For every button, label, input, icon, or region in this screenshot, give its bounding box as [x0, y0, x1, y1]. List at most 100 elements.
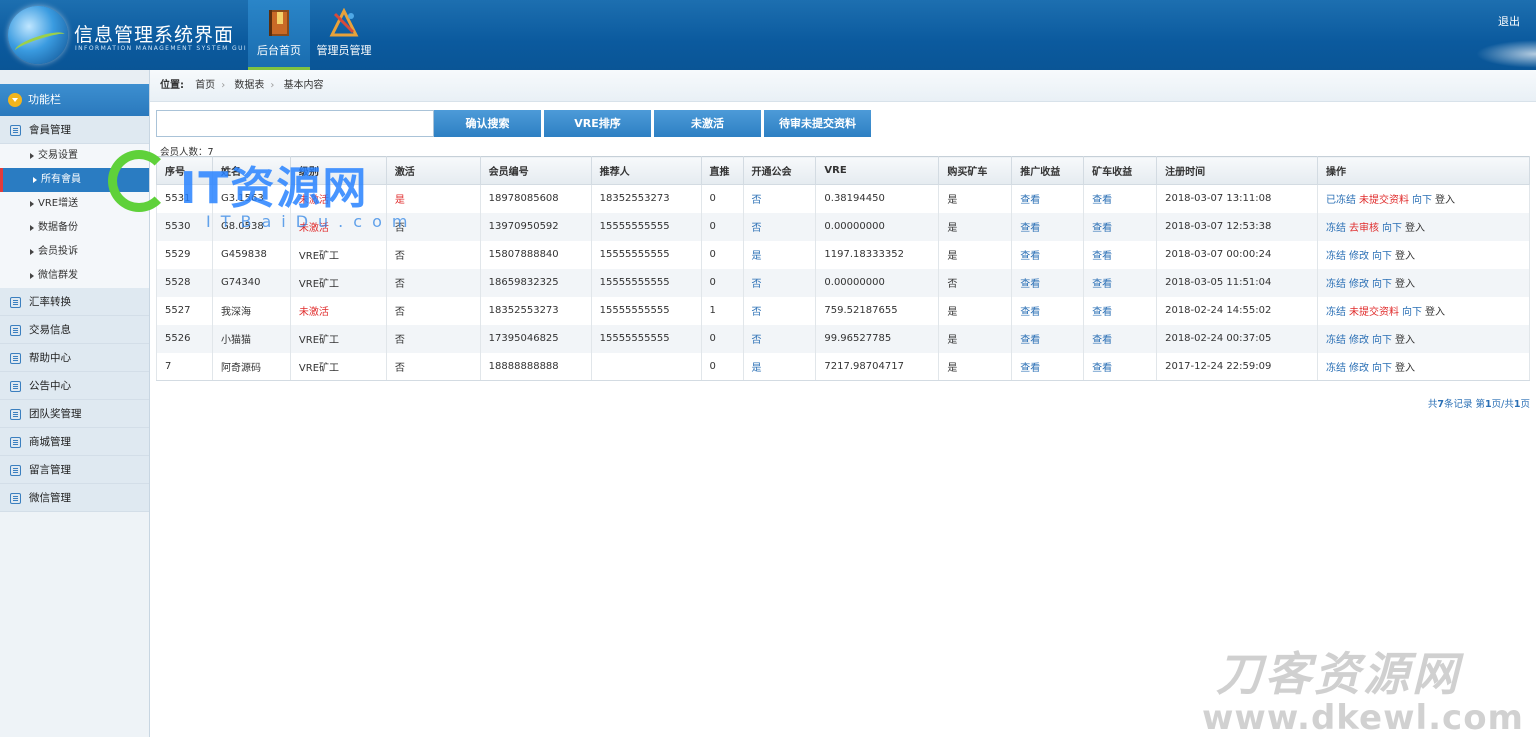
row-action-link[interactable]: 登入	[1395, 363, 1415, 374]
row-action-link[interactable]: 冻结	[1326, 335, 1346, 346]
row-action-link[interactable]: 向下	[1382, 223, 1402, 234]
table-row[interactable]: 5526 小猫猫 VRE矿工否 17395046825 15555555555 0 否 99.…	[156, 324, 1530, 353]
cell-promo[interactable]: 查看	[1011, 268, 1085, 297]
pending-review-button[interactable]: 待审未提交资料	[764, 110, 872, 137]
search-input[interactable]	[156, 110, 434, 137]
sidebar-header[interactable]: 功能栏	[0, 84, 149, 116]
sidebar-group-exchange[interactable]: 汇率转换	[0, 288, 149, 316]
breadcrumb-table[interactable]: 数据表	[234, 80, 264, 91]
row-action-link[interactable]: 修改	[1349, 279, 1369, 290]
cell-time: 2018-03-07 12:53:38	[1156, 212, 1319, 241]
row-action-link[interactable]: 登入	[1435, 195, 1455, 206]
table-row[interactable]: 5530 G8.0538 未激活否 13970950592 15555555555 0 否 0…	[156, 212, 1530, 241]
pager-mid2: 页/共	[1491, 399, 1514, 410]
row-action-link[interactable]: 去审核	[1349, 223, 1379, 234]
row-action-link[interactable]: 冻结	[1326, 279, 1346, 290]
row-action-link[interactable]: 登入	[1395, 279, 1415, 290]
cell-guild: 否	[742, 212, 817, 241]
pager-mid: 条记录 第	[1444, 399, 1486, 410]
cell-promo[interactable]: 查看	[1011, 324, 1085, 353]
sidebar-group-trades[interactable]: 交易信息	[0, 316, 149, 344]
cell-actions: 冻结 修改 向下 登入	[1317, 324, 1530, 353]
cell-vre: 0.00000000	[815, 212, 940, 241]
cell-vre: 1197.18333352	[815, 240, 940, 269]
table-body: 5531 G3.1563 未激活是 18978085608 18352553273 0 否 0…	[156, 184, 1530, 381]
cell-buy: 是	[938, 212, 1013, 241]
sidebar-group-label: 商城管理	[29, 436, 71, 448]
nav-home[interactable]: 后台首页	[248, 0, 310, 70]
breadcrumb-home[interactable]: 首页	[195, 80, 215, 91]
cell-promo[interactable]: 查看	[1011, 184, 1085, 213]
vre-sort-button[interactable]: VRE排序	[544, 110, 652, 137]
cell-level: VRE矿工	[289, 352, 387, 381]
row-action-link[interactable]: 向下	[1372, 335, 1392, 346]
nav-admin-label: 管理员管理	[316, 44, 372, 57]
row-action-link[interactable]: 冻结	[1326, 363, 1346, 374]
row-action-link[interactable]: 登入	[1395, 335, 1415, 346]
row-action-link[interactable]: 登入	[1425, 307, 1445, 318]
table-row[interactable]: 5529 G459838 VRE矿工否 15807888840 15555555555 0…	[156, 240, 1530, 269]
cell-cart[interactable]: 查看	[1083, 324, 1158, 353]
cell-cart[interactable]: 查看	[1083, 352, 1158, 381]
cell-cart[interactable]: 查看	[1083, 296, 1158, 325]
sidebar-group-messages[interactable]: 留言管理	[0, 456, 149, 484]
sidebar-group-help[interactable]: 帮助中心	[0, 344, 149, 372]
row-action-link[interactable]: 登入	[1395, 251, 1415, 262]
row-action-link[interactable]: 向下	[1412, 195, 1432, 206]
row-action-link[interactable]: 修改	[1349, 363, 1369, 374]
cell-cart[interactable]: 查看	[1083, 240, 1158, 269]
sidebar-item-wechat-broadcast[interactable]: 微信群发	[0, 264, 149, 288]
sidebar-group-team-bonus[interactable]: 团队奖管理	[0, 400, 149, 428]
sidebar-group-label: 微信管理	[29, 492, 71, 504]
sidebar-item-complaints[interactable]: 会员投诉	[0, 240, 149, 264]
breadcrumb-label: 位置:	[160, 80, 184, 91]
cell-promo[interactable]: 查看	[1011, 296, 1085, 325]
calendar-icon	[10, 408, 21, 420]
cell-cart[interactable]: 查看	[1083, 268, 1158, 297]
sidebar-group-mall[interactable]: 商城管理	[0, 428, 149, 456]
row-action-link[interactable]: 向下	[1372, 279, 1392, 290]
table-row[interactable]: 7 阿奇源码 VRE矿工否 18888888888 0 是 7217.98704717 是查看…	[156, 352, 1530, 381]
cell-cart[interactable]: 查看	[1083, 184, 1158, 213]
row-action-link[interactable]: 已冻结	[1326, 195, 1356, 206]
inactive-filter-button[interactable]: 未激活	[654, 110, 762, 137]
row-action-link[interactable]: 未提交资料	[1349, 307, 1399, 318]
sidebar-group-members[interactable]: 會員管理	[0, 116, 149, 144]
sidebar-item-backup[interactable]: 数据备份	[0, 216, 149, 240]
cell-promo[interactable]: 查看	[1011, 212, 1085, 241]
sidebar-group-wechat[interactable]: 微信管理	[0, 484, 149, 512]
confirm-search-button[interactable]: 确认搜索	[434, 110, 542, 137]
sidebar-item-trade-settings[interactable]: 交易设置	[0, 144, 149, 168]
cell-no: 15807888840	[479, 240, 592, 269]
cell-cart[interactable]: 查看	[1083, 212, 1158, 241]
row-action-link[interactable]: 修改	[1349, 251, 1369, 262]
row-action-link[interactable]: 冻结	[1326, 251, 1346, 262]
sidebar-item-all-members[interactable]: 所有會員	[0, 168, 149, 192]
cell-promo[interactable]: 查看	[1011, 240, 1085, 269]
nav-admin[interactable]: 管理员管理	[312, 0, 376, 70]
logout-link[interactable]: 退出	[1498, 13, 1520, 29]
row-action-link[interactable]: 向下	[1372, 363, 1392, 374]
row-action-link[interactable]: 登入	[1405, 223, 1425, 234]
row-action-link[interactable]: 冻结	[1326, 307, 1346, 318]
cell-guild: 是	[742, 352, 817, 381]
pagination-info: 共7条记录 第1页/共1页	[1428, 396, 1530, 410]
table-row[interactable]: 5527 我深海 未激活否 18352553273 15555555555 1 否 759.5…	[156, 296, 1530, 325]
row-action-link[interactable]: 修改	[1349, 335, 1369, 346]
cell-promo[interactable]: 查看	[1011, 352, 1085, 381]
chat-icon	[10, 296, 21, 308]
sidebar-item-vre-gift[interactable]: VRE增送	[0, 192, 149, 216]
row-action-link[interactable]: 冻结	[1326, 223, 1346, 234]
row-action-link[interactable]: 向下	[1402, 307, 1422, 318]
list-icon	[10, 324, 21, 336]
cell-guild: 否	[742, 268, 817, 297]
cell-vre: 0.00000000	[815, 268, 940, 297]
column-header: 姓名	[211, 156, 291, 185]
table-row[interactable]: 5531 G3.1563 未激活是 18978085608 18352553273 0 否 0…	[156, 184, 1530, 213]
pager-page: 1	[1485, 399, 1492, 410]
row-action-link[interactable]: 向下	[1372, 251, 1392, 262]
row-action-link[interactable]: 未提交资料	[1359, 195, 1409, 206]
cell-guild: 是	[742, 240, 817, 269]
table-row[interactable]: 5528 G74340 VRE矿工否 18659832325 15555555555 0 否…	[156, 268, 1530, 297]
sidebar-group-notice[interactable]: 公告中心	[0, 372, 149, 400]
